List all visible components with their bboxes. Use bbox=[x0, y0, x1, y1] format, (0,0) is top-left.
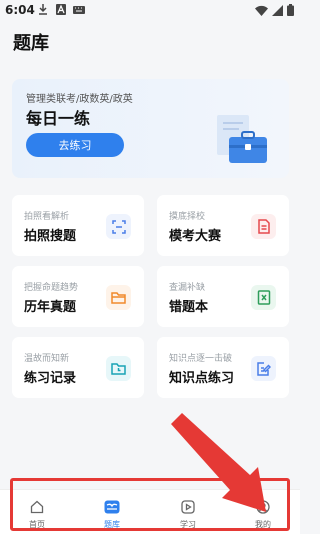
signal-icon bbox=[272, 4, 283, 19]
battery-icon bbox=[287, 4, 294, 19]
card-hint: 摸底择校 bbox=[169, 212, 206, 222]
folder-icon bbox=[106, 285, 131, 310]
mock-exam-card[interactable]: 摸底择校 模考大赛 bbox=[157, 195, 289, 256]
card-title: 错题本 bbox=[169, 300, 209, 315]
card-hint: 拍照看解析 bbox=[24, 212, 70, 222]
photo-search-card[interactable]: 拍照看解析 拍照搜题 bbox=[12, 195, 144, 256]
status-bar: 6:04 bbox=[0, 0, 300, 20]
clock-folder-icon bbox=[106, 356, 131, 381]
error-book-icon bbox=[251, 285, 276, 310]
banner-title: 每日一练 bbox=[26, 109, 91, 128]
card-title: 练习记录 bbox=[24, 371, 77, 386]
keyboard-icon bbox=[73, 4, 85, 15]
card-title: 知识点练习 bbox=[169, 371, 235, 386]
banner-subtitle: 管理类联考/政数英/政英 bbox=[26, 94, 133, 105]
knowledge-practice-card[interactable]: 知识点逐一击破 知识点练习 bbox=[157, 337, 289, 398]
card-hint: 温故而知新 bbox=[24, 354, 70, 364]
card-hint: 把握命题趋势 bbox=[24, 283, 79, 293]
app-notification-icon bbox=[56, 4, 66, 15]
annotation-highlight-box bbox=[10, 478, 290, 531]
card-title: 模考大赛 bbox=[169, 229, 222, 244]
go-practice-button[interactable]: 去练习 bbox=[26, 133, 124, 157]
status-time: 6:04 bbox=[5, 3, 35, 17]
edit-icon bbox=[251, 356, 276, 381]
card-hint: 知识点逐一击破 bbox=[169, 354, 233, 364]
card-hint: 查漏补缺 bbox=[169, 283, 206, 293]
scan-icon bbox=[106, 214, 131, 239]
practice-record-card[interactable]: 温故而知新 练习记录 bbox=[12, 337, 144, 398]
wifi-icon bbox=[255, 5, 268, 19]
briefcase-illustration-icon bbox=[209, 113, 271, 169]
download-icon bbox=[38, 4, 48, 15]
error-book-card[interactable]: 查漏补缺 错题本 bbox=[157, 266, 289, 327]
page-title: 题库 bbox=[13, 33, 49, 54]
document-icon bbox=[251, 214, 276, 239]
card-title: 拍照搜题 bbox=[24, 229, 77, 244]
past-exams-card[interactable]: 把握命题趋势 历年真题 bbox=[12, 266, 144, 327]
card-title: 历年真题 bbox=[24, 300, 77, 315]
daily-practice-banner[interactable]: 管理类联考/政数英/政英 每日一练 去练习 bbox=[12, 79, 289, 178]
